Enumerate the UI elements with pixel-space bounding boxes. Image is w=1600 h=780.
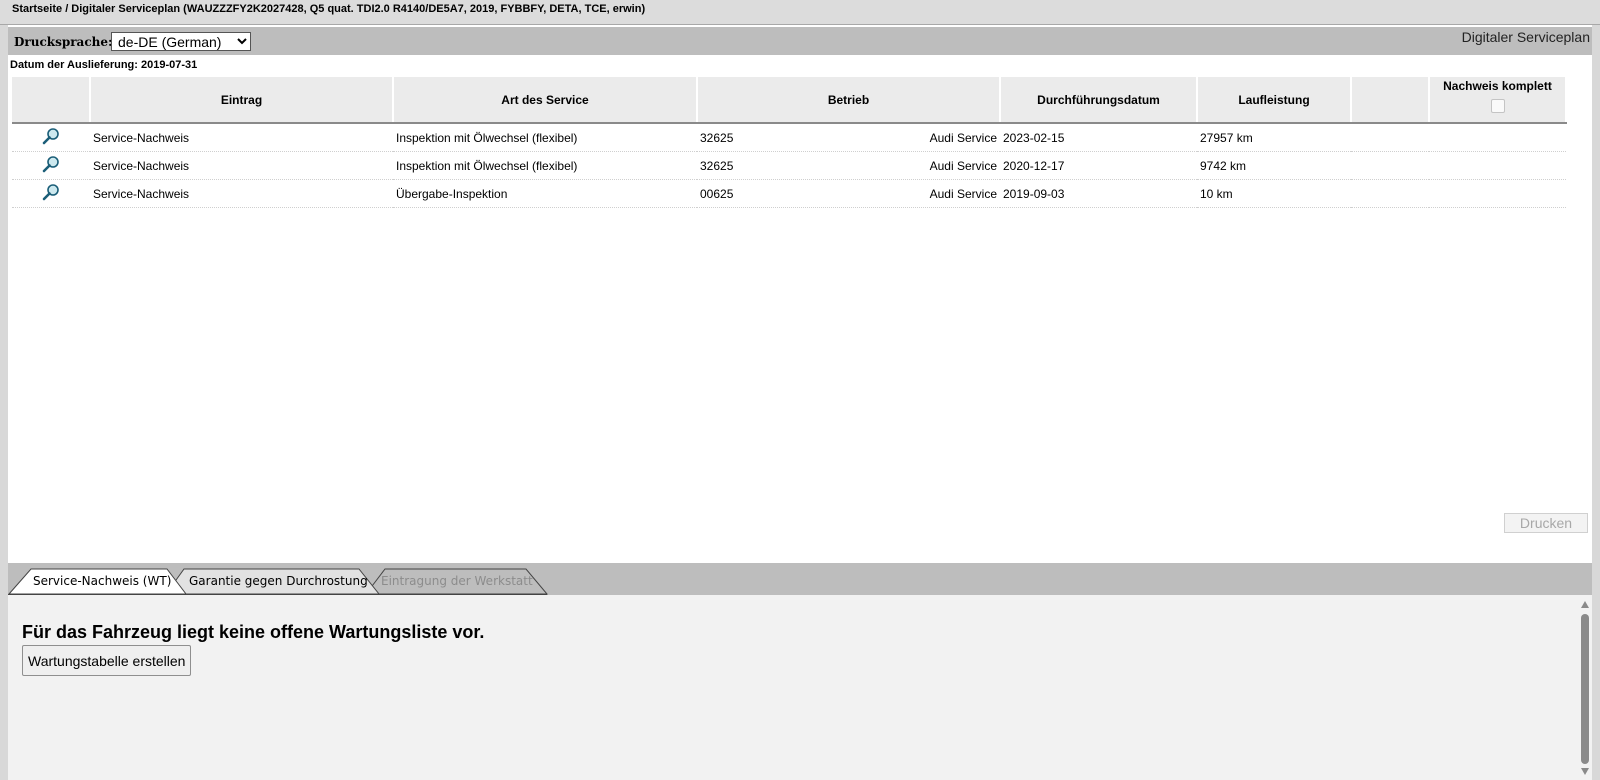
betrieb-number: 00625	[700, 186, 734, 201]
magnifier-icon[interactable]	[41, 126, 61, 146]
cell-nachweis	[1429, 179, 1566, 208]
cell-art: Inspektion mit Ölwechsel (flexibel)	[393, 123, 697, 152]
magnifier-icon[interactable]	[41, 154, 61, 174]
page-title: Digitaler Serviceplan	[1461, 29, 1590, 45]
cell-eintrag: Service-Nachweis	[90, 123, 393, 152]
betrieb-number: 32625	[700, 158, 734, 173]
column-header-laufleistung[interactable]: Laufleistung	[1197, 77, 1352, 124]
cell-datum: 2023-02-15	[1000, 123, 1197, 152]
betrieb-name: Audi Service	[929, 130, 997, 145]
no-maintenance-message: Für das Fahrzeug liegt keine offene Wart…	[22, 622, 485, 642]
betrieb-number: 32625	[700, 130, 734, 145]
cell-empty	[1351, 123, 1429, 152]
cell-eintrag: Service-Nachweis	[90, 151, 393, 180]
column-header-icon	[12, 77, 91, 124]
print-button[interactable]: Drucken	[1504, 513, 1588, 533]
cell-betrieb: 00625 Audi Service	[697, 179, 1000, 208]
betrieb-name: Audi Service	[929, 158, 997, 173]
cell-nachweis	[1429, 151, 1566, 180]
scroll-down-arrow-icon[interactable]	[1581, 768, 1589, 775]
content-scrollbar[interactable]	[1578, 595, 1592, 780]
cell-laufleistung: 9742 km	[1197, 151, 1351, 180]
print-language-label: Drucksprache:	[14, 35, 113, 49]
cell-laufleistung: 10 km	[1197, 179, 1351, 208]
cell-datum: 2020-12-17	[1000, 151, 1197, 180]
tab-service-nachweis[interactable]: Service-Nachweis (WT)	[33, 574, 171, 588]
cell-art: Übergabe-Inspektion	[393, 179, 697, 208]
toolbar: Drucksprache: de-DE (German) Digitaler S…	[8, 27, 1592, 55]
magnifier-icon[interactable]	[41, 182, 61, 202]
create-maintenance-table-button[interactable]: Wartungstabelle erstellen	[22, 645, 192, 676]
breadcrumb-bar: Startseite / Digitaler Serviceplan (WAUZ…	[0, 0, 1600, 25]
row-detail-cell[interactable]	[12, 151, 90, 180]
column-header-eintrag[interactable]: Eintrag	[90, 77, 394, 124]
cell-betrieb: 32625 Audi Service	[697, 151, 1000, 180]
column-header-nachweis: Nachweis komplett	[1429, 77, 1567, 124]
column-header-betrieb[interactable]: Betrieb	[697, 77, 1001, 124]
tab-content: Für das Fahrzeug liegt keine offene Wart…	[8, 595, 1578, 780]
scroll-up-arrow-icon[interactable]	[1581, 601, 1589, 608]
tab-eintragung: Eintragung der Werkstatt	[381, 574, 533, 588]
table-row[interactable]: Service-Nachweis Übergabe-Inspektion 006…	[12, 179, 1566, 208]
tab-bar: Service-Nachweis (WT) Garantie gegen Dur…	[8, 563, 1592, 595]
nachweis-label: Nachweis komplett	[1443, 79, 1552, 93]
right-frame-edge	[1592, 25, 1600, 780]
column-header-datum[interactable]: Durchführungsdatum	[1000, 77, 1198, 124]
main-panel: Datum der Auslieferung: 2019-07-31 Eintr…	[8, 55, 1592, 563]
breadcrumb[interactable]: Startseite / Digitaler Serviceplan (WAUZ…	[12, 3, 645, 15]
tab-garantie[interactable]: Garantie gegen Durchrostung	[189, 574, 368, 588]
tab-strip: Service-Nachweis (WT) Garantie gegen Dur…	[8, 565, 568, 595]
column-header-empty	[1351, 77, 1430, 124]
row-detail-cell[interactable]	[12, 179, 90, 208]
left-frame-edge	[0, 25, 8, 780]
scroll-thumb[interactable]	[1581, 614, 1589, 764]
service-table: Eintrag Art des Service Betrieb Durchfüh…	[12, 77, 1567, 208]
cell-nachweis	[1429, 123, 1566, 152]
cell-betrieb: 32625 Audi Service	[697, 123, 1000, 152]
table-header-row: Eintrag Art des Service Betrieb Durchfüh…	[12, 77, 1567, 124]
cell-laufleistung: 27957 km	[1197, 123, 1351, 152]
cell-art: Inspektion mit Ölwechsel (flexibel)	[393, 151, 697, 180]
cell-eintrag: Service-Nachweis	[90, 179, 393, 208]
table-row[interactable]: Service-Nachweis Inspektion mit Ölwechse…	[12, 123, 1566, 152]
betrieb-name: Audi Service	[929, 186, 997, 201]
cell-empty	[1351, 179, 1429, 208]
table-row[interactable]: Service-Nachweis Inspektion mit Ölwechse…	[12, 151, 1566, 180]
row-detail-cell[interactable]	[12, 123, 90, 152]
print-language-select[interactable]: de-DE (German)	[111, 32, 251, 51]
delivery-date: Datum der Auslieferung: 2019-07-31	[10, 59, 198, 71]
nachweis-checkbox	[1490, 99, 1505, 113]
cell-datum: 2019-09-03	[1000, 179, 1197, 208]
cell-empty	[1351, 151, 1429, 180]
column-header-art[interactable]: Art des Service	[393, 77, 698, 124]
